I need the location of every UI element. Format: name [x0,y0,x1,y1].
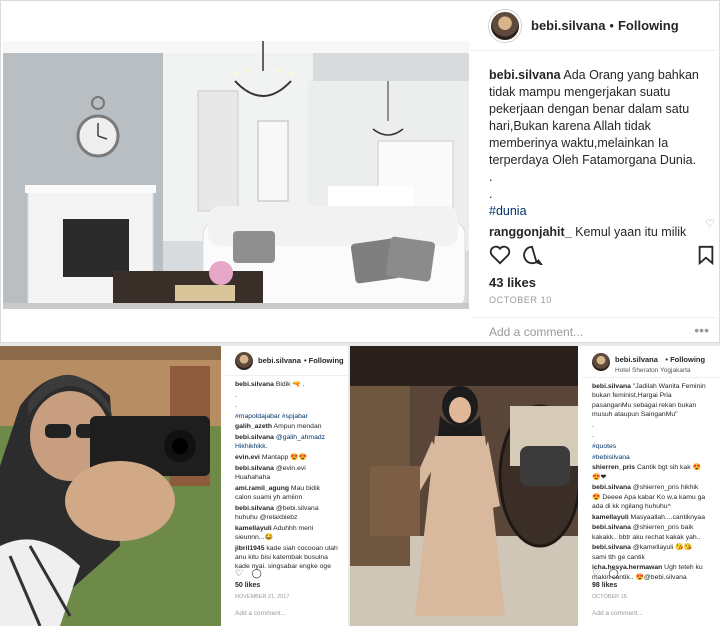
gun-post-sidebar: bebi.silvana • Following bebi.silvana Bi… [225,346,348,626]
likes-count[interactable]: 43 likes [489,275,536,290]
woman-photo[interactable] [350,346,578,626]
comment-icon[interactable] [521,245,544,270]
caption-area: bebi.silvana Bidik 🔫 . . . #mapoldajabar… [225,376,348,577]
comment-username[interactable]: kamellayuli [235,525,272,532]
more-icon[interactable]: ••• [694,322,709,338]
hijab-post-sidebar: bebi.silvana • Following Hotel Sheraton … [582,346,720,626]
living-room-photo[interactable] [3,41,469,309]
caption-line: . [592,432,594,440]
instagram-post-top: bebi.silvana • Following bebi.silvana Ad… [0,0,720,343]
following-button[interactable]: • Following [304,356,344,365]
add-comment-input[interactable]: Add a comment... [235,610,286,617]
woman-image [350,346,578,626]
comment-icon[interactable]: ◯ [609,568,619,578]
caption-dash: . [489,187,493,201]
following-button[interactable]: Following [618,18,679,33]
post-date: OCTOBER 15 [592,594,627,600]
likes-count[interactable]: 50 likes [235,582,260,589]
comment-username[interactable]: evin.evi [235,454,260,461]
comment-username[interactable]: bebi.silvana [235,434,274,441]
comment: bebi.silvana @galih_ahmadz Hikhikhikk. [235,433,338,452]
add-comment-placeholder: Add a comment... [489,325,584,339]
comment: shierren_pris Cantik bgt sih kak 😍😍❤ [592,463,706,482]
separator-dot: • [609,18,614,33]
comment-like-heart-icon[interactable]: ♡ [705,217,715,230]
post-header: bebi.silvana • Following Hotel Sheraton … [582,346,720,378]
post-date: OCTOBER 10 [489,295,552,305]
action-bar: ♡ ◯ [592,568,619,579]
gun-image [0,346,221,626]
instagram-post-hijab: bebi.silvana • Following Hotel Sheraton … [350,346,720,626]
caption-username[interactable]: bebi.silvana [592,383,631,390]
post-date: NOVEMBER 21, 2017 [235,594,290,600]
action-bar: ♡ ◯ [235,568,262,579]
add-comment-input[interactable]: Add a comment... [592,610,643,617]
comment-username[interactable]: bebi.silvana [235,505,274,512]
post-header: bebi.silvana • Following [225,346,348,376]
avatar[interactable] [592,352,610,371]
hashtag-link[interactable]: #quotes [592,442,706,451]
caption-line: . [235,391,237,399]
following-button[interactable]: • Following [665,355,705,364]
comment: galih_azeth Ampun mendan [235,422,338,431]
caption-username[interactable]: bebi.silvana [489,68,561,82]
post-sidebar: bebi.silvana • Following bebi.silvana Ad… [471,1,720,344]
comment: ranggonjahit_ Kemul yaan itu milik alloh… [489,224,713,239]
comment: bebi.silvana @bebi.silvana huhuhu @relax… [235,504,338,523]
location-link[interactable]: Hotel Sheraton Yogjakarta [615,367,705,374]
heart-icon[interactable]: ♡ [235,568,243,578]
comment-username[interactable]: jibril1945 [235,545,264,552]
comment-username[interactable]: bebi.silvana [592,524,631,531]
likes-count[interactable]: 98 likes [592,582,617,589]
username-link[interactable]: bebi.silvana [531,18,605,33]
comment-username[interactable]: bebi.silvana [235,465,274,472]
caption-dash: . [489,170,493,184]
heart-icon[interactable]: ♡ [592,568,600,578]
comment-text: Mantapp 😍😍 [261,453,308,461]
comment: kamellayuli Masyaallah....cantiknyaa [592,513,706,522]
caption-line: . [235,402,237,410]
username-link[interactable]: bebi.silvana [258,356,301,365]
comment: kamellayuli Aduhhh meni sieunnn...😂 [235,524,338,543]
caption-username[interactable]: bebi.silvana [235,381,274,388]
heart-icon[interactable] [489,245,511,270]
bookmark-icon[interactable] [697,245,715,270]
comment-username[interactable]: shierren_pris [592,464,635,471]
gun-photo[interactable] [0,346,221,626]
comment-text: Ampun mendan [273,423,322,431]
caption-area: bebi.silvana "Jadilah Wanita Feminin buk… [582,378,720,587]
comment: bebi.silvana @shierren_pris hikhik😍 Deee… [592,483,706,511]
comment-username[interactable]: ranggonjahit_ [489,225,572,239]
avatar[interactable] [489,9,521,42]
comment-username[interactable]: bebi.silvana [592,484,631,491]
instagram-post-gun: bebi.silvana • Following bebi.silvana Bi… [0,346,348,626]
hashtag-link[interactable]: #dunia [489,203,713,220]
hashtag-link[interactable]: #mapoldajabar #spjabar [235,412,338,421]
hashtag-link[interactable]: #bebisilvana [592,453,706,462]
comment-username[interactable]: kamellayuli [592,514,629,521]
comment-username[interactable]: galih_azeth [235,423,272,430]
comment-text: Masyaallah....cantiknyaa [630,513,705,521]
caption-area: bebi.silvana Ada Orang yang bahkan tidak… [489,67,713,239]
caption-text: Ada Orang yang bahkan tidak mampu menger… [489,68,699,167]
post-header: bebi.silvana • Following [471,1,720,51]
action-bar [489,245,715,271]
add-comment-input[interactable]: Add a comment... ••• [471,317,720,344]
living-room-image [3,41,469,309]
username-link[interactable]: bebi.silvana [615,355,658,364]
comment: bebi.silvana @kamellayuli 😘😘 sami tth ge… [592,543,706,562]
comment: bebi.silvana @shierren_pris baik kakakk.… [592,523,706,542]
comment-username[interactable]: ami.ramil_agung [235,485,289,492]
avatar[interactable] [235,351,253,370]
comment-icon[interactable]: ◯ [252,568,262,578]
comment: bebi.silvana @evin.evi Huahahaha [235,464,338,483]
caption-text: Bidik 🔫 . [275,381,305,388]
comment: ami.ramil_agung Mau bidik calon suami yh… [235,484,338,503]
comment-username[interactable]: bebi.silvana [592,544,631,551]
caption-line: . [592,421,594,429]
comment: evin.evi Mantapp 😍😍 [235,453,338,462]
caption: bebi.silvana Ada Orang yang bahkan tidak… [489,67,713,169]
